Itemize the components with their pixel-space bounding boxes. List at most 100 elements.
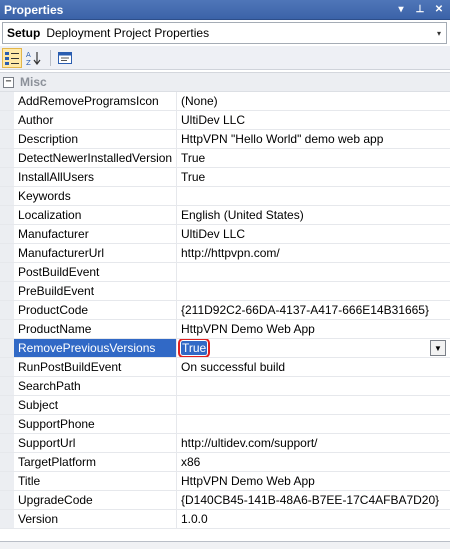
- property-value-text[interactable]: http://ultidev.com/support/: [181, 436, 318, 450]
- property-row[interactable]: RemovePreviousVersions True ▼: [0, 339, 450, 358]
- property-value-text[interactable]: UltiDev LLC: [181, 227, 245, 241]
- property-value[interactable]: [177, 396, 450, 414]
- property-name[interactable]: ProductCode: [14, 301, 177, 319]
- property-value-text[interactable]: {211D92C2-66DA-4137-A417-666E14B31665}: [181, 303, 429, 317]
- property-row[interactable]: ProductName HttpVPN Demo Web App: [0, 320, 450, 339]
- property-row[interactable]: UpgradeCode {D140CB45-141B-48A6-B7EE-17C4…: [0, 491, 450, 510]
- property-name[interactable]: AddRemoveProgramsIcon: [14, 92, 177, 110]
- property-row[interactable]: SupportUrl http://ultidev.com/support/: [0, 434, 450, 453]
- property-value[interactable]: True: [177, 168, 450, 186]
- property-value[interactable]: On successful build: [177, 358, 450, 376]
- property-value[interactable]: [177, 282, 450, 300]
- property-value-text[interactable]: True: [177, 339, 211, 357]
- property-name[interactable]: Author: [14, 111, 177, 129]
- property-row[interactable]: Manufacturer UltiDev LLC: [0, 225, 450, 244]
- property-row[interactable]: TargetPlatform x86: [0, 453, 450, 472]
- property-row[interactable]: PostBuildEvent: [0, 263, 450, 282]
- property-value[interactable]: http://httpvpn.com/: [177, 244, 450, 262]
- property-row[interactable]: DetectNewerInstalledVersion True: [0, 149, 450, 168]
- categorized-button[interactable]: [2, 47, 22, 68]
- property-value[interactable]: True: [177, 149, 450, 167]
- property-value-text[interactable]: (None): [181, 94, 218, 108]
- property-name[interactable]: Description: [14, 130, 177, 148]
- property-name[interactable]: TargetPlatform: [14, 453, 177, 471]
- property-name[interactable]: UpgradeCode: [14, 491, 177, 509]
- property-name[interactable]: ProductName: [14, 320, 177, 338]
- property-rows: AddRemoveProgramsIcon (None) Author UltiDev…: [0, 92, 450, 529]
- property-value-text[interactable]: http://httpvpn.com/: [181, 246, 280, 260]
- property-value-text[interactable]: True: [181, 151, 205, 165]
- property-value[interactable]: http://ultidev.com/support/: [177, 434, 450, 452]
- property-name[interactable]: InstallAllUsers: [14, 168, 177, 186]
- chevron-down-icon[interactable]: ▾: [432, 29, 446, 38]
- property-name[interactable]: SearchPath: [14, 377, 177, 395]
- property-row[interactable]: SupportPhone: [0, 415, 450, 434]
- property-value[interactable]: HttpVPN "Hello World" demo web app: [177, 130, 450, 148]
- property-value-text[interactable]: HttpVPN Demo Web App: [181, 322, 315, 336]
- property-row[interactable]: InstallAllUsers True: [0, 168, 450, 187]
- property-value[interactable]: {211D92C2-66DA-4137-A417-666E14B31665}: [177, 301, 450, 319]
- property-name[interactable]: RemovePreviousVersions: [14, 339, 177, 357]
- property-row[interactable]: Author UltiDev LLC: [0, 111, 450, 130]
- property-row[interactable]: Description HttpVPN "Hello World" demo we…: [0, 130, 450, 149]
- property-value[interactable]: x86: [177, 453, 450, 471]
- property-value-text[interactable]: x86: [181, 455, 200, 469]
- property-value-text[interactable]: {D140CB45-141B-48A6-B7EE-17C4AFBA7D20}: [181, 493, 439, 507]
- property-name[interactable]: DetectNewerInstalledVersion: [14, 149, 177, 167]
- property-value[interactable]: [177, 377, 450, 395]
- property-value[interactable]: HttpVPN Demo Web App: [177, 320, 450, 338]
- property-name[interactable]: SupportUrl: [14, 434, 177, 452]
- property-value-text[interactable]: 1.0.0: [181, 512, 208, 526]
- property-value-text[interactable]: UltiDev LLC: [181, 113, 245, 127]
- collapse-icon[interactable]: −: [3, 76, 14, 88]
- property-value-text[interactable]: HttpVPN "Hello World" demo web app: [181, 132, 383, 146]
- property-name[interactable]: SupportPhone: [14, 415, 177, 433]
- property-name[interactable]: ManufacturerUrl: [14, 244, 177, 262]
- category-row-misc[interactable]: − Misc: [0, 73, 450, 92]
- object-selector[interactable]: Setup Deployment Project Properties ▾: [2, 22, 447, 44]
- property-value-text[interactable]: HttpVPN Demo Web App: [181, 474, 315, 488]
- property-row[interactable]: ManufacturerUrl http://httpvpn.com/: [0, 244, 450, 263]
- property-name[interactable]: Localization: [14, 206, 177, 224]
- alphabetical-button[interactable]: A Z: [24, 48, 44, 68]
- property-value[interactable]: True ▼: [177, 339, 450, 357]
- row-gutter: [0, 263, 14, 281]
- property-row[interactable]: Title HttpVPN Demo Web App: [0, 472, 450, 491]
- property-row[interactable]: Version 1.0.0: [0, 510, 450, 529]
- property-row[interactable]: Subject: [0, 396, 450, 415]
- property-name[interactable]: Manufacturer: [14, 225, 177, 243]
- property-name[interactable]: Keywords: [14, 187, 177, 205]
- property-name[interactable]: PostBuildEvent: [14, 263, 177, 281]
- property-value[interactable]: UltiDev LLC: [177, 225, 450, 243]
- property-name[interactable]: Title: [14, 472, 177, 490]
- property-row[interactable]: ProductCode {211D92C2-66DA-4137-A417-666E…: [0, 301, 450, 320]
- property-value[interactable]: English (United States): [177, 206, 450, 224]
- property-row[interactable]: Localization English (United States): [0, 206, 450, 225]
- property-value[interactable]: [177, 187, 450, 205]
- row-gutter: [0, 377, 14, 395]
- property-row[interactable]: Keywords: [0, 187, 450, 206]
- close-icon[interactable]: ✕: [431, 2, 447, 18]
- property-name[interactable]: RunPostBuildEvent: [14, 358, 177, 376]
- auto-hide-pin-icon[interactable]: ⊥: [412, 2, 428, 18]
- property-row[interactable]: SearchPath: [0, 377, 450, 396]
- property-value-text[interactable]: True: [181, 170, 205, 184]
- property-value-text[interactable]: English (United States): [181, 208, 304, 222]
- property-value[interactable]: 1.0.0: [177, 510, 450, 528]
- property-value[interactable]: [177, 263, 450, 281]
- property-name[interactable]: Version: [14, 510, 177, 528]
- property-name[interactable]: PreBuildEvent: [14, 282, 177, 300]
- property-value-text[interactable]: On successful build: [181, 360, 285, 374]
- property-row[interactable]: AddRemoveProgramsIcon (None): [0, 92, 450, 111]
- property-value[interactable]: {D140CB45-141B-48A6-B7EE-17C4AFBA7D20}: [177, 491, 450, 509]
- property-value[interactable]: (None): [177, 92, 450, 110]
- property-row[interactable]: PreBuildEvent: [0, 282, 450, 301]
- property-value[interactable]: HttpVPN Demo Web App: [177, 472, 450, 490]
- property-pages-button[interactable]: [55, 48, 75, 68]
- property-value[interactable]: UltiDev LLC: [177, 111, 450, 129]
- window-position-dropdown-icon[interactable]: ▾: [393, 2, 409, 18]
- property-name[interactable]: Subject: [14, 396, 177, 414]
- property-value[interactable]: [177, 415, 450, 433]
- property-row[interactable]: RunPostBuildEvent On successful build: [0, 358, 450, 377]
- value-dropdown-icon[interactable]: ▼: [430, 340, 446, 356]
